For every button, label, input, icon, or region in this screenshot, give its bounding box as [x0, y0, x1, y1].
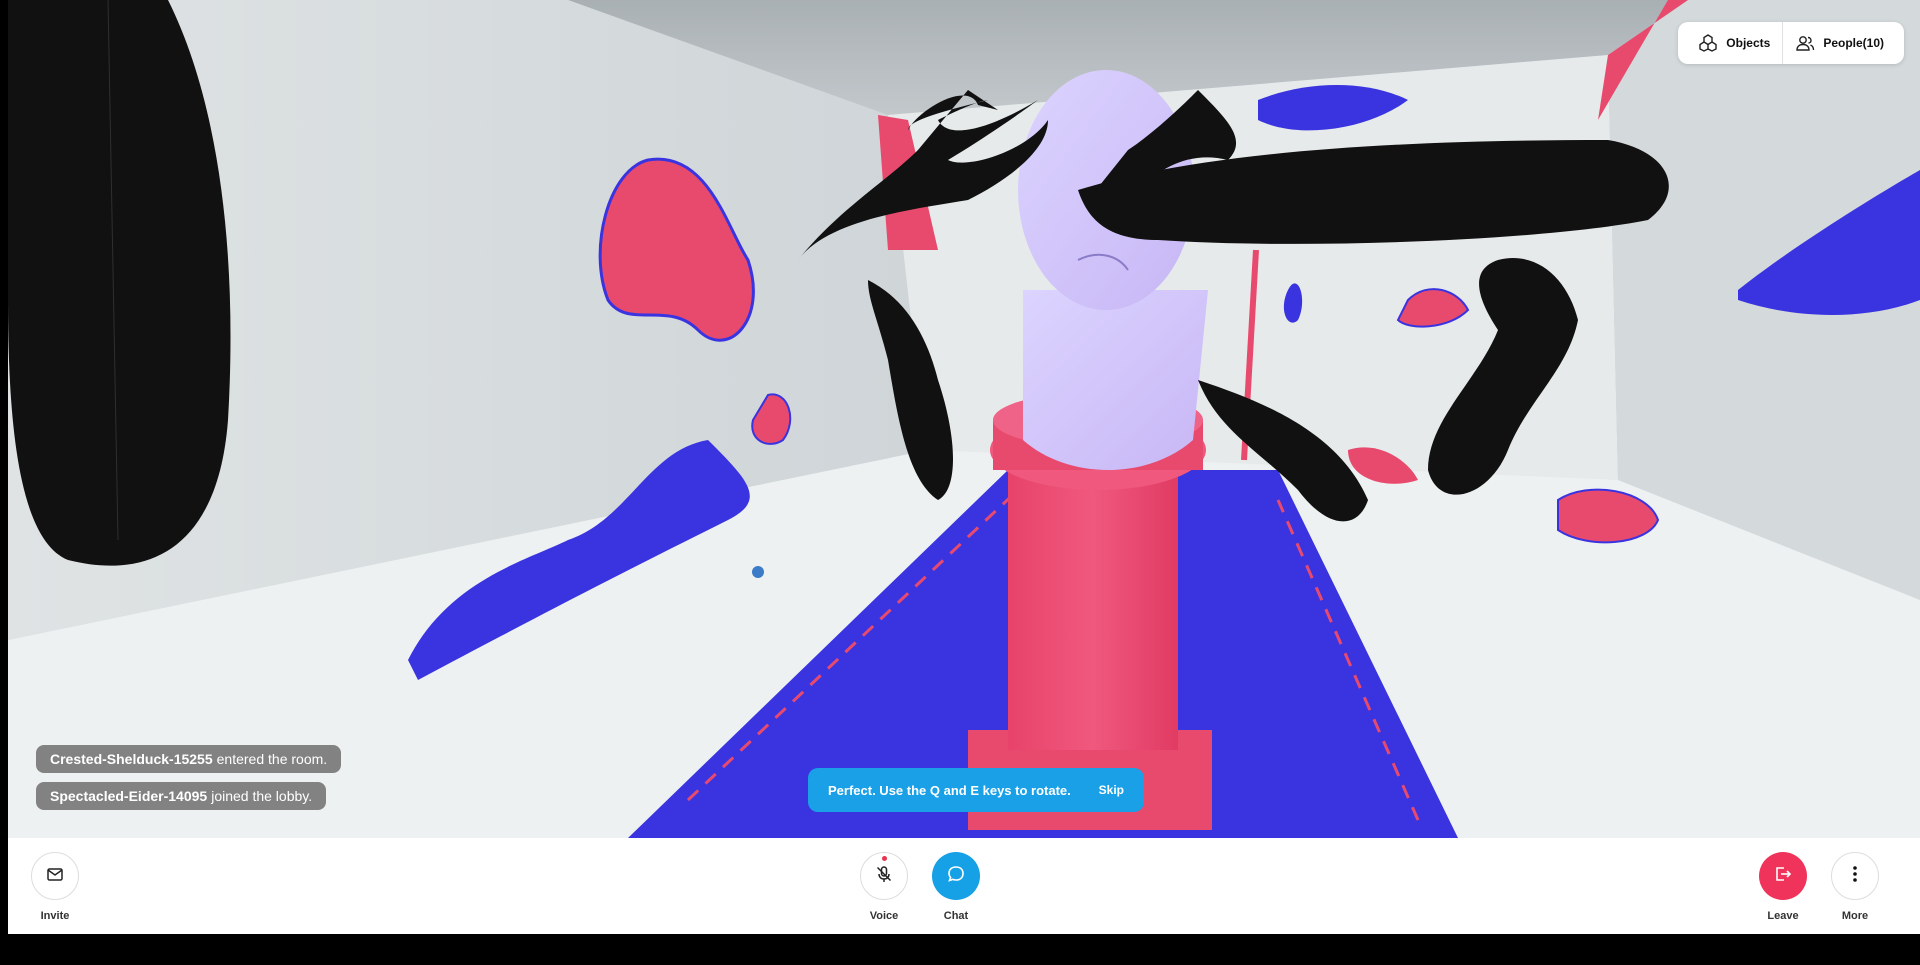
tip-text: Perfect. Use the Q and E keys to rotate.	[828, 782, 1071, 798]
invite-label: Invite	[40, 910, 70, 922]
skip-button[interactable]: Skip	[1099, 783, 1124, 797]
cursor-dot	[752, 566, 764, 578]
app-window: Objects People(10) Crested-Shelduck-1525…	[0, 0, 1920, 965]
leave-icon	[1773, 864, 1793, 889]
people-label: People(10)	[1823, 36, 1884, 50]
top-right-panel: Objects People(10)	[1678, 22, 1904, 64]
objects-button[interactable]: Objects	[1686, 22, 1782, 64]
chat-button[interactable]	[932, 852, 980, 900]
more-label: More	[1841, 910, 1869, 922]
leave-label: Leave	[1767, 910, 1799, 922]
more-vertical-icon	[1845, 864, 1865, 889]
voice-control: Voice	[854, 852, 914, 922]
leave-control: Leave	[1753, 852, 1813, 922]
chat-label: Chat	[943, 910, 969, 922]
bust-torso	[1023, 290, 1208, 470]
scene-canvas[interactable]	[8, 0, 1920, 838]
chat-control: Chat	[926, 852, 986, 922]
3d-scene-viewport[interactable]: Objects People(10) Crested-Shelduck-1525…	[8, 0, 1920, 838]
more-control: More	[1825, 852, 1885, 922]
notification-user-name: Spectacled-Eider-14095	[50, 788, 208, 804]
objects-icon	[1698, 33, 1718, 53]
black-arm-left	[8, 0, 231, 566]
chat-bubble-icon	[946, 864, 966, 889]
leave-button[interactable]	[1759, 852, 1807, 900]
notification-user-name: Crested-Shelduck-15255	[50, 751, 213, 767]
objects-label: Objects	[1726, 36, 1771, 50]
people-button[interactable]: People(10)	[1783, 22, 1896, 64]
voice-status-dot	[882, 856, 887, 861]
tip-banner: Perfect. Use the Q and E keys to rotate.…	[808, 768, 1144, 812]
mic-muted-icon	[874, 864, 894, 889]
notification-entered: Crested-Shelduck-15255 entered the room.	[36, 745, 342, 773]
invite-button[interactable]	[31, 852, 79, 900]
voice-button[interactable]	[860, 852, 908, 900]
notification-joined: Spectacled-Eider-14095 joined the lobby.	[36, 782, 327, 810]
invite-control: Invite	[25, 852, 85, 922]
pedestal-column	[1008, 450, 1178, 750]
people-icon	[1795, 33, 1815, 53]
more-button[interactable]	[1831, 852, 1879, 900]
notification-action: joined the lobby.	[211, 788, 313, 804]
mail-icon	[45, 864, 65, 889]
bottom-toolbar: Invite Voice Chat Leave More	[8, 838, 1920, 934]
notification-action: entered the room.	[216, 751, 328, 767]
voice-label: Voice	[869, 910, 899, 922]
